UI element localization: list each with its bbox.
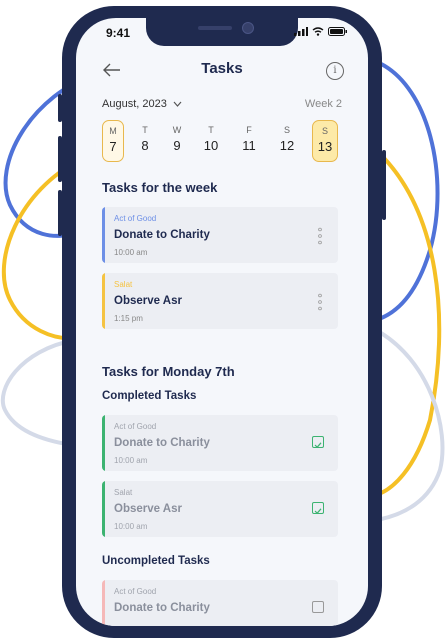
day-letter: F [246,125,252,135]
camera [242,22,254,34]
speaker [198,26,232,30]
task-title: Observe Asr [114,295,182,307]
uncompleted-tasks-title: Uncompleted Tasks [102,555,210,567]
task-time: 10:00 am [114,248,148,257]
day-letter: M [109,126,117,136]
status-time: 9:41 [106,26,131,40]
day-letter: S [321,126,328,136]
month-label: August, 2023 [102,98,167,110]
power-button [382,150,386,220]
checkmark-icon [314,442,322,449]
task-time: 10:00 am [114,522,148,531]
task-title: Donate to Charity [114,602,210,614]
checked-checkbox[interactable] [312,436,324,449]
task-category: Salat [114,488,133,497]
page-title: Tasks [201,60,243,77]
day-tue-8[interactable]: T 8 [134,120,156,162]
task-category: Act of Good [114,214,157,223]
week-label: Week 2 [304,98,342,110]
category-bar [102,207,105,263]
day-thu-10[interactable]: T 10 [200,120,222,162]
day-sun-13[interactable]: S 13 [312,120,338,162]
chevron-down-icon [173,101,182,107]
more-options-icon[interactable] [318,293,322,311]
day-number: 7 [109,139,117,154]
checkmark-icon [314,508,322,515]
task-title: Donate to Charity [114,437,210,449]
day-number: 8 [141,138,149,153]
week-section-title: Tasks for the week [102,180,218,195]
task-time: 1:15 pm [114,314,143,323]
task-title: Observe Asr [114,503,182,515]
info-icon[interactable]: i [326,62,344,80]
week-days: M 7 T 8 W 9 T 10 F 11 S 12 S 13 [102,120,342,162]
completed-task-card[interactable]: Salat Observe Asr 10:00 am [102,481,338,537]
side-button [58,94,62,122]
completed-tasks-title: Completed Tasks [102,390,197,402]
day-wed-9[interactable]: W 9 [166,120,188,162]
day-letter: W [172,125,182,135]
task-title: Donate to Charity [114,229,210,241]
task-category: Act of Good [114,422,157,431]
notch [146,18,298,46]
side-button [58,136,62,182]
day-fri-11[interactable]: F 11 [238,120,260,162]
phone-screen: 9:41 Tasks i August, 2023 Week 2 M 7 T 8… [76,18,368,626]
more-options-icon[interactable] [318,227,322,245]
category-bar [102,481,105,537]
task-card[interactable]: Salat Observe Asr 1:15 pm [102,273,338,329]
day-letter: S [283,125,290,135]
wifi-icon [312,27,324,36]
category-bar [102,580,105,626]
uncompleted-task-card[interactable]: Act of Good Donate to Charity [102,580,338,626]
category-bar [102,273,105,329]
task-category: Act of Good [114,587,157,596]
day-sat-12[interactable]: S 12 [276,120,298,162]
battery-icon [328,27,347,36]
day-number: 12 [279,138,295,153]
checked-checkbox[interactable] [312,502,324,515]
task-category: Salat [114,280,133,289]
day-number: 10 [203,138,219,153]
completed-task-card[interactable]: Act of Good Donate to Charity 10:00 am [102,415,338,471]
unchecked-checkbox[interactable] [312,601,324,613]
task-time: 10:00 am [114,456,148,465]
day-letter: T [208,125,214,135]
month-selector[interactable]: August, 2023 [102,98,182,110]
signal-icon [294,27,308,36]
day-section-title: Tasks for Monday 7th [102,364,235,379]
task-card[interactable]: Act of Good Donate to Charity 10:00 am [102,207,338,263]
day-mon-7[interactable]: M 7 [102,120,124,162]
day-letter: T [142,125,148,135]
day-number: 9 [173,138,181,153]
day-number: 11 [242,138,256,153]
side-button [58,190,62,236]
day-number: 13 [317,139,333,154]
category-bar [102,415,105,471]
status-icons [294,27,348,36]
